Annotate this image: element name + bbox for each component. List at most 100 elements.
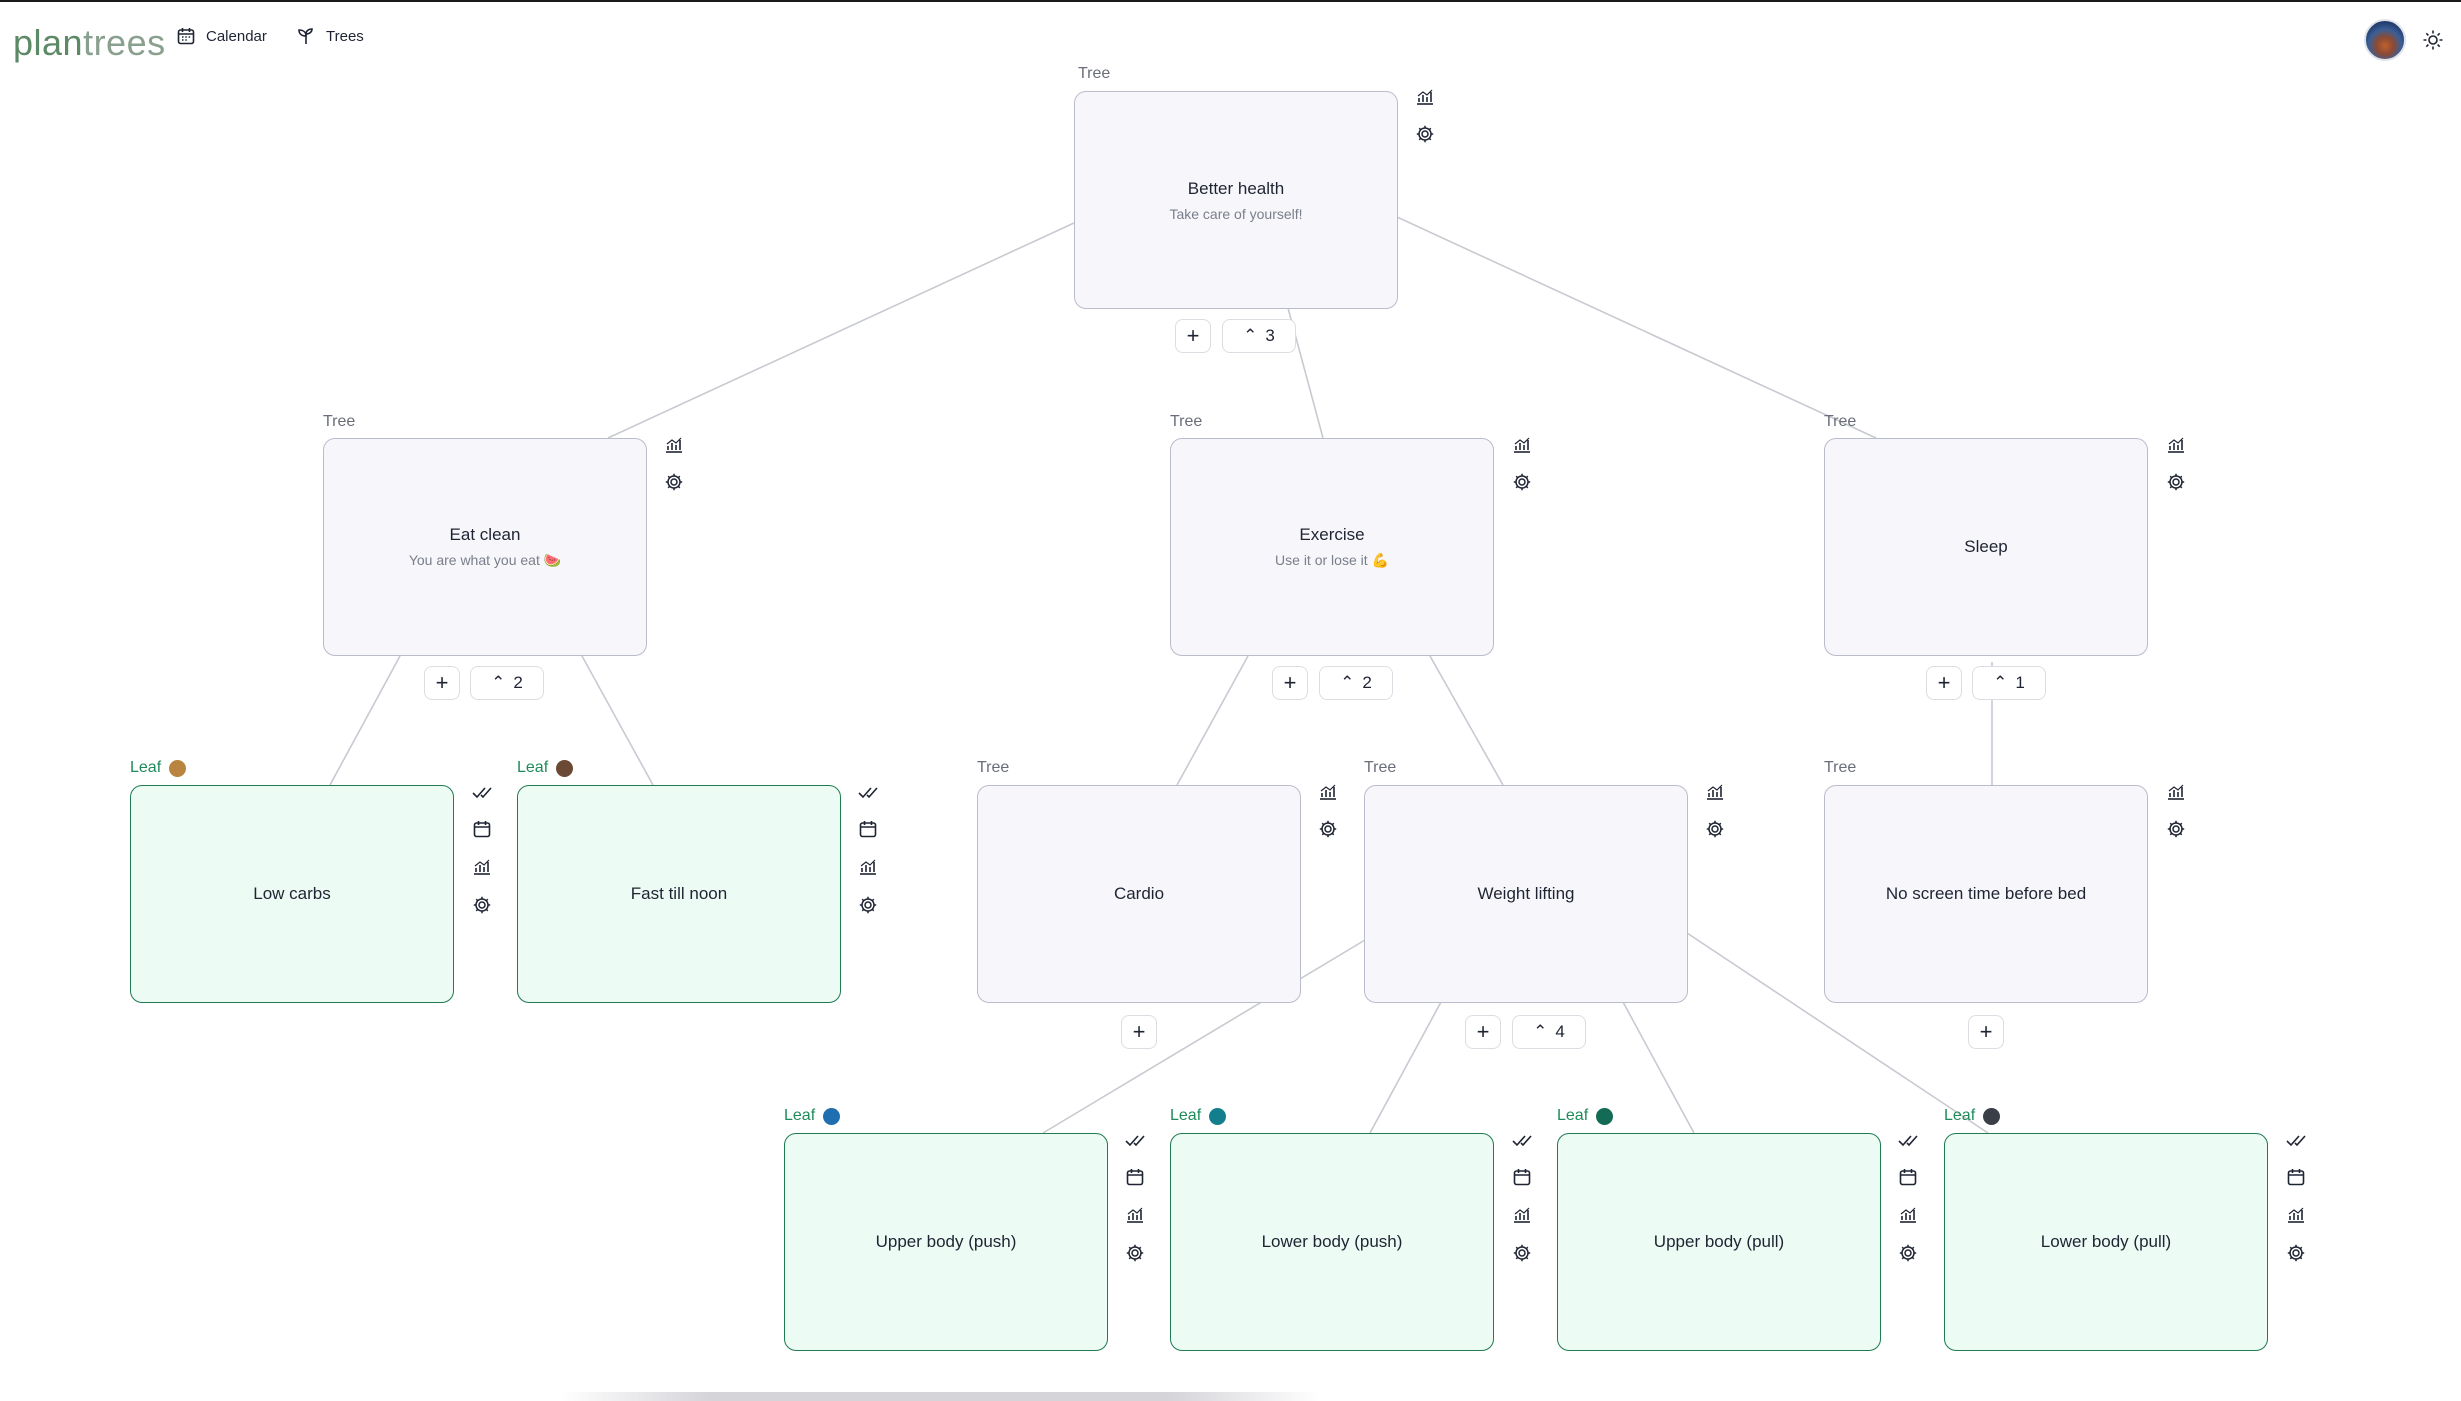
node-upper-body-push[interactable]: Upper body (push) <box>784 1133 1108 1351</box>
calendar-icon <box>177 28 195 45</box>
stats-chart-icon[interactable] <box>1898 1205 1918 1225</box>
settings-gear-icon[interactable] <box>664 472 684 492</box>
node-kind-label: Tree <box>1170 413 1203 430</box>
settings-gear-icon[interactable] <box>2286 1243 2306 1263</box>
calendar-icon[interactable] <box>1898 1167 1918 1187</box>
nav-trees-label: Trees <box>326 27 364 45</box>
calendar-icon[interactable] <box>1512 1167 1532 1187</box>
node-subtitle: You are what you eat 🍉 <box>408 552 562 568</box>
add-child-button[interactable]: + <box>1968 1015 2004 1049</box>
check-done-icon[interactable] <box>472 782 492 802</box>
logo-text-plan: plan <box>13 22 84 63</box>
settings-gear-icon[interactable] <box>1512 1243 1532 1263</box>
horizontal-scrollbar[interactable] <box>560 1392 1320 1401</box>
add-child-button[interactable]: + <box>1926 666 1962 700</box>
settings-gear-icon[interactable] <box>1898 1243 1918 1263</box>
leaf-color-dot <box>1209 1107 1227 1125</box>
children-count: 2 <box>513 673 523 692</box>
node-lower-body-pull[interactable]: Lower body (pull) <box>1944 1133 2268 1351</box>
stats-chart-icon[interactable] <box>664 435 684 455</box>
settings-gear-icon[interactable] <box>2166 819 2186 839</box>
node-title: Eat clean <box>449 525 521 544</box>
node-kind-label: Leaf <box>1557 1107 1614 1125</box>
check-done-icon[interactable] <box>1512 1130 1532 1150</box>
settings-gear-icon[interactable] <box>1512 472 1532 492</box>
nav-trees[interactable]: Trees <box>296 26 364 46</box>
node-title: Low carbs <box>253 884 331 903</box>
settings-gear-icon[interactable] <box>1415 124 1435 144</box>
app-logo[interactable]: plan trees <box>13 22 166 64</box>
check-done-icon[interactable] <box>1898 1130 1918 1150</box>
children-count: 1 <box>2015 673 2025 692</box>
node-cardio[interactable]: Cardio <box>977 785 1301 1003</box>
node-upper-body-pull[interactable]: Upper body (pull) <box>1557 1133 1881 1351</box>
settings-gear-icon[interactable] <box>858 895 878 915</box>
check-done-icon[interactable] <box>1125 1130 1145 1150</box>
sun-icon[interactable] <box>2422 29 2444 51</box>
calendar-icon[interactable] <box>858 819 878 839</box>
leaf-label: Leaf <box>1170 1107 1202 1124</box>
node-title: Fast till noon <box>630 884 728 903</box>
chevron-up-icon: ⌃ <box>1243 326 1258 345</box>
leaf-label: Leaf <box>784 1107 816 1124</box>
tree-canvas[interactable]: Tree Better health Take care of yourself… <box>0 0 2461 1401</box>
collapse-children-button[interactable]: ⌃ 1 <box>1972 666 2046 700</box>
node-low-carbs[interactable]: Low carbs <box>130 785 454 1003</box>
leaf-color-dot <box>556 759 574 777</box>
node-exercise[interactable]: Exercise Use it or lose it 💪 <box>1170 438 1494 656</box>
settings-gear-icon[interactable] <box>1705 819 1725 839</box>
logo-text-trees: trees <box>83 22 166 63</box>
calendar-icon[interactable] <box>1125 1167 1145 1187</box>
stats-chart-icon[interactable] <box>472 857 492 877</box>
stats-chart-icon[interactable] <box>2286 1205 2306 1225</box>
calendar-icon[interactable] <box>472 819 492 839</box>
stats-chart-icon[interactable] <box>2166 435 2186 455</box>
node-fast-till-noon[interactable]: Fast till noon <box>517 785 841 1003</box>
nav-calendar[interactable]: Calendar <box>176 26 267 46</box>
node-kind-label: Tree <box>1824 759 1857 776</box>
node-kind-label: Tree <box>1364 759 1397 776</box>
collapse-children-button[interactable]: ⌃ 2 <box>1319 666 1393 700</box>
node-kind-label: Leaf <box>1944 1107 2001 1125</box>
leaf-color-dot <box>169 759 187 777</box>
settings-gear-icon[interactable] <box>1125 1243 1145 1263</box>
stats-chart-icon[interactable] <box>2166 782 2186 802</box>
collapse-children-button[interactable]: ⌃ 3 <box>1222 319 1296 353</box>
add-child-button[interactable]: + <box>1272 666 1308 700</box>
collapse-children-button[interactable]: ⌃ 2 <box>470 666 544 700</box>
settings-gear-icon[interactable] <box>472 895 492 915</box>
node-subtitle: Use it or lose it 💪 <box>1275 552 1389 568</box>
add-child-button[interactable]: + <box>1175 319 1211 353</box>
node-kind-label: Tree <box>323 413 356 430</box>
node-eat-clean[interactable]: Eat clean You are what you eat 🍉 <box>323 438 647 656</box>
calendar-icon[interactable] <box>2286 1167 2306 1187</box>
collapse-children-button[interactable]: ⌃ 4 <box>1512 1015 1586 1049</box>
leaf-label: Leaf <box>130 759 162 776</box>
user-avatar[interactable] <box>2364 19 2406 61</box>
node-better-health[interactable]: Better health Take care of yourself! <box>1074 91 1398 309</box>
node-weight-lifting[interactable]: Weight lifting <box>1364 785 1688 1003</box>
settings-gear-icon[interactable] <box>1318 819 1338 839</box>
stats-chart-icon[interactable] <box>1125 1205 1145 1225</box>
node-no-screen-time[interactable]: No screen time before bed <box>1824 785 2148 1003</box>
stats-chart-icon[interactable] <box>1318 782 1338 802</box>
add-child-button[interactable]: + <box>1465 1015 1501 1049</box>
node-lower-body-push[interactable]: Lower body (push) <box>1170 1133 1494 1351</box>
stats-chart-icon[interactable] <box>1512 435 1532 455</box>
chevron-up-icon: ⌃ <box>491 673 506 692</box>
node-title: Better health <box>1187 178 1285 198</box>
add-child-button[interactable]: + <box>424 666 460 700</box>
stats-chart-icon[interactable] <box>1512 1205 1532 1225</box>
stats-chart-icon[interactable] <box>1415 87 1435 107</box>
node-kind-label: Leaf <box>784 1107 841 1125</box>
node-sleep[interactable]: Sleep <box>1824 438 2148 656</box>
stats-chart-icon[interactable] <box>1705 782 1725 802</box>
check-done-icon[interactable] <box>2286 1130 2306 1150</box>
stats-chart-icon[interactable] <box>858 857 878 877</box>
node-title: Lower body (pull) <box>2040 1232 2172 1251</box>
node-title: Upper body (push) <box>875 1232 1017 1251</box>
check-done-icon[interactable] <box>858 782 878 802</box>
add-child-button[interactable]: + <box>1121 1015 1157 1049</box>
settings-gear-icon[interactable] <box>2166 472 2186 492</box>
node-kind-label: Leaf <box>1170 1107 1227 1125</box>
